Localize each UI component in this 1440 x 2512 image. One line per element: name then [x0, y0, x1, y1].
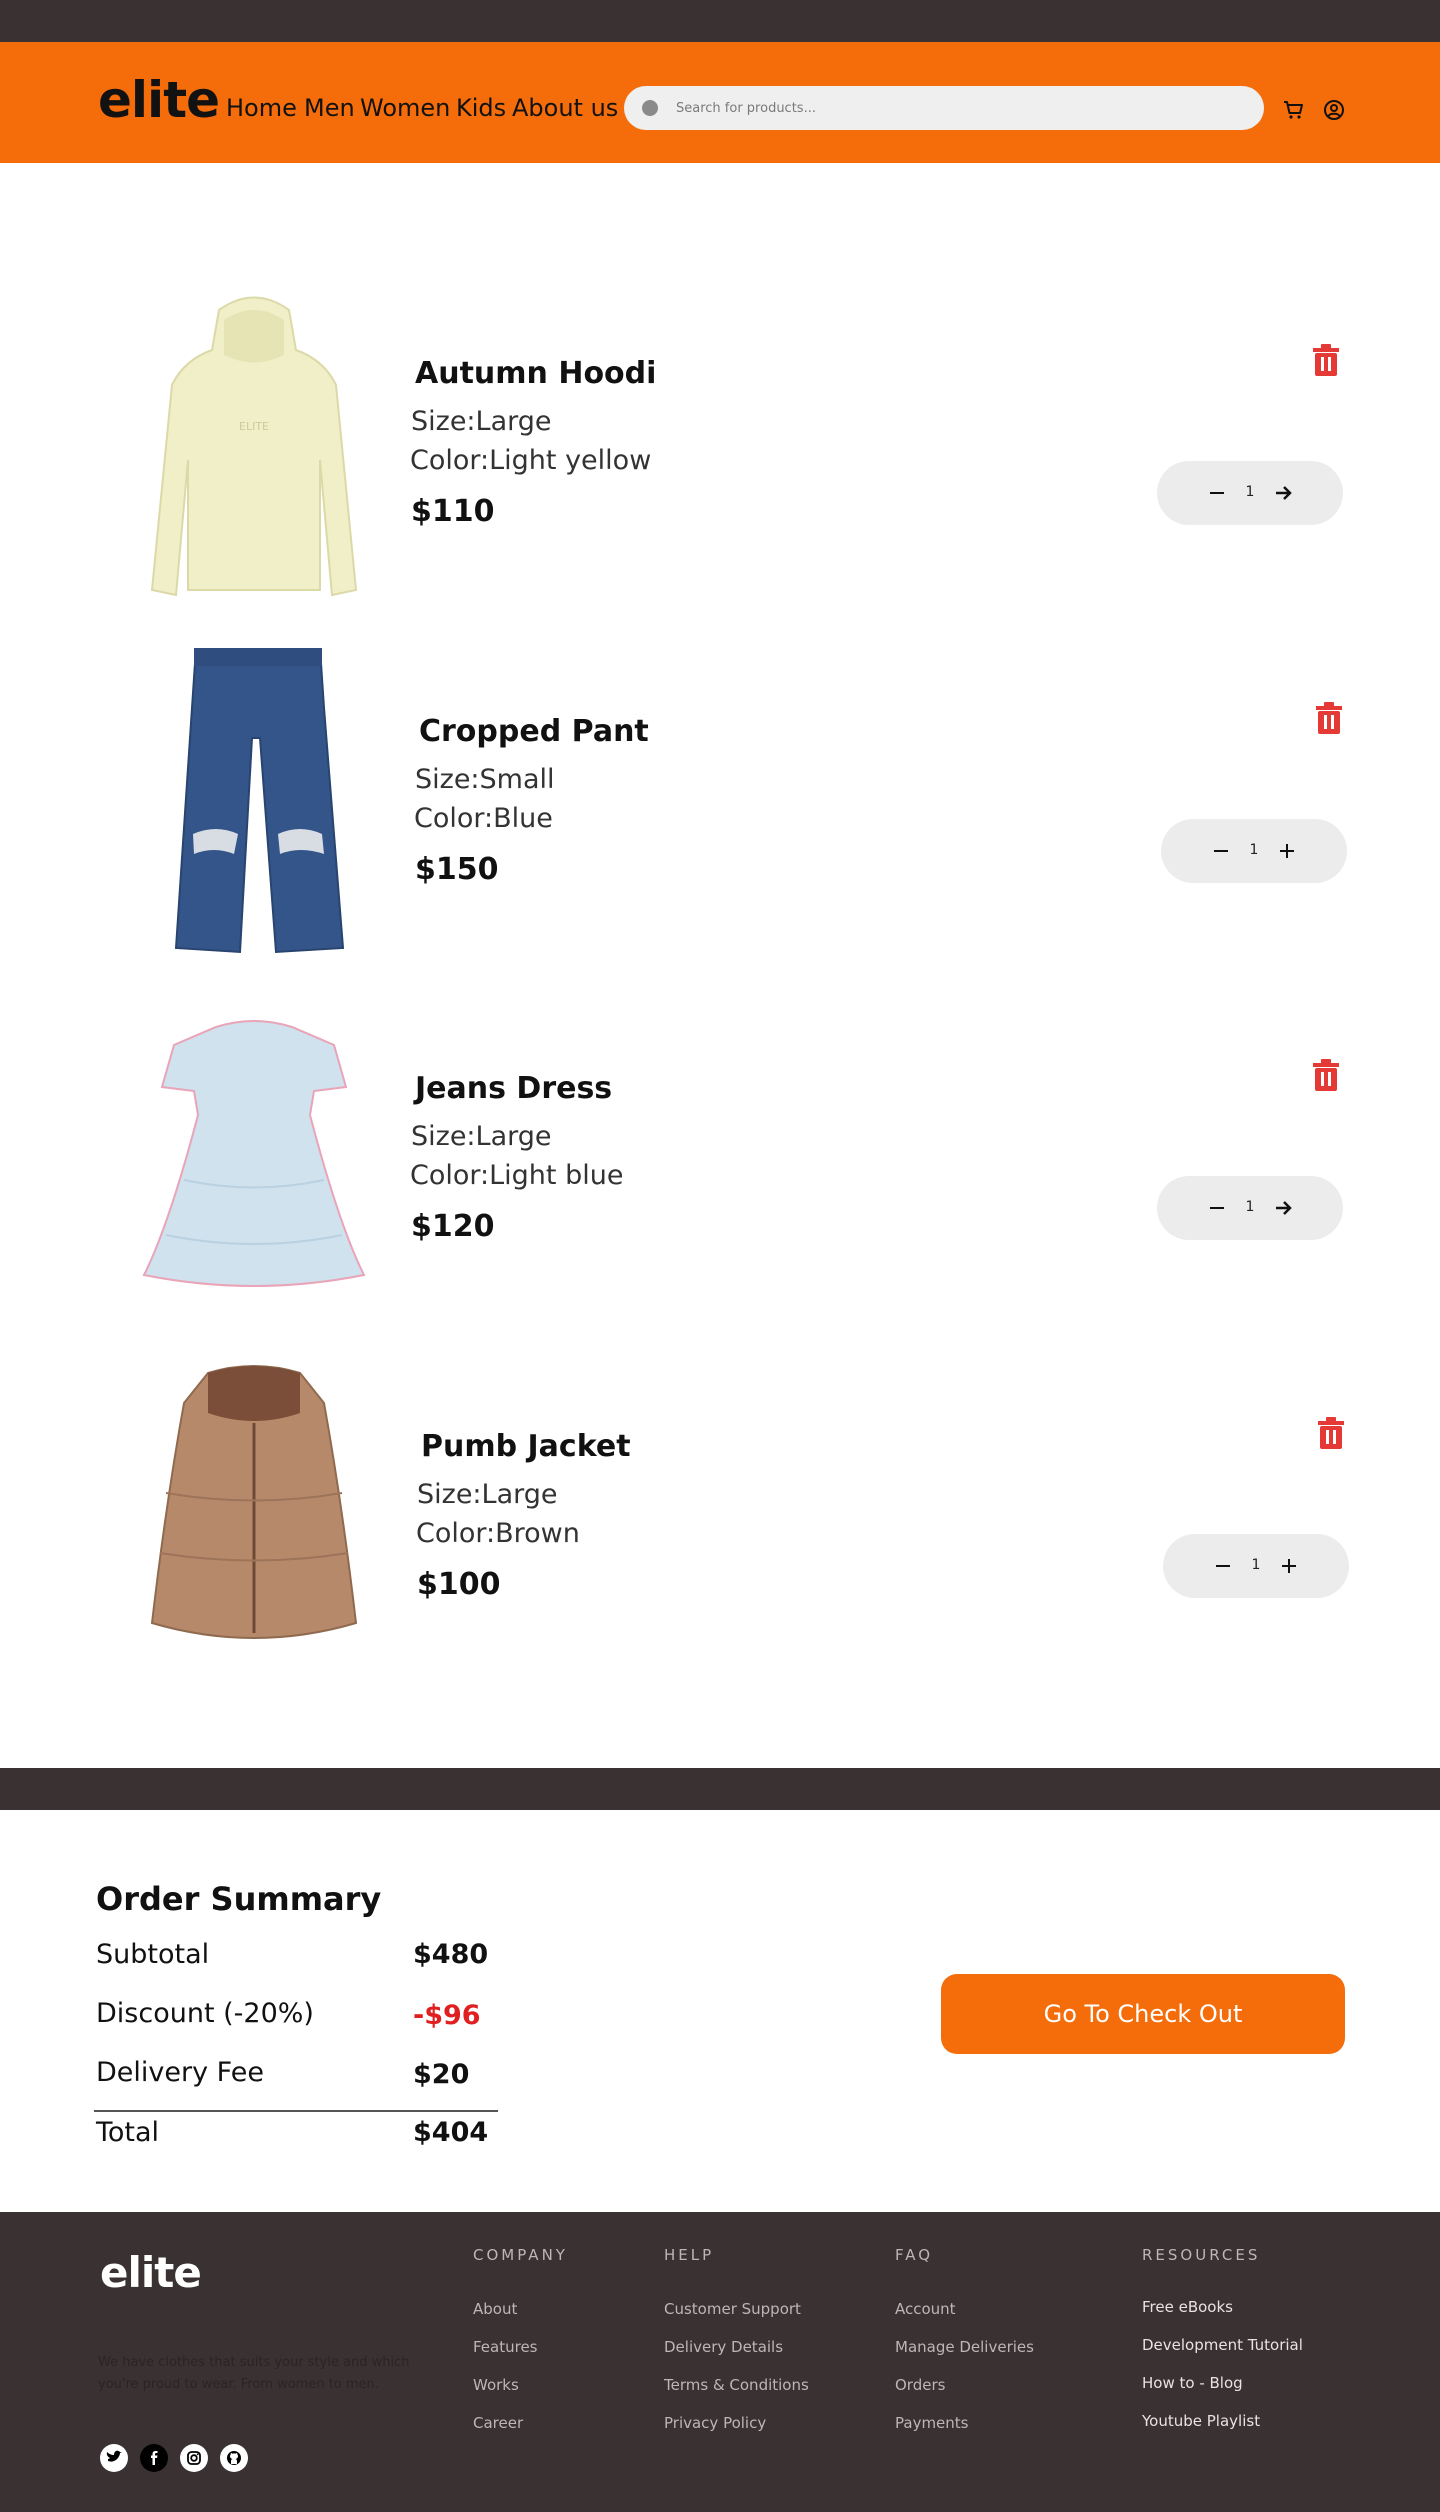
- increment-button[interactable]: [1269, 479, 1297, 507]
- item-name: Cropped Pant: [419, 714, 649, 749]
- footer-link[interactable]: Manage Deliveries: [895, 2338, 1034, 2356]
- svg-text:ELITE: ELITE: [239, 420, 269, 433]
- item-size: Size:Large: [411, 1121, 552, 1152]
- cart-item: ELITE Autumn Hoodi Size:Large Color:Ligh…: [0, 290, 1440, 630]
- item-price: $150: [415, 852, 499, 887]
- trash-icon[interactable]: [1315, 702, 1343, 734]
- twitter-icon[interactable]: [100, 2444, 128, 2472]
- footer-tagline: We have clothes that suits your style an…: [98, 2355, 410, 2392]
- footer-link[interactable]: Payments: [895, 2414, 968, 2432]
- footer-link[interactable]: Delivery Details: [664, 2338, 783, 2356]
- quantity-value: 1: [1251, 1557, 1261, 1573]
- section-divider: [0, 1768, 1440, 1810]
- item-price: $100: [417, 1567, 501, 1602]
- footer-heading-faq: FAQ: [895, 2246, 934, 2264]
- footer-link[interactable]: Youtube Playlist: [1142, 2412, 1260, 2430]
- quantity-value: 1: [1245, 1199, 1255, 1215]
- footer-link[interactable]: Orders: [895, 2376, 945, 2394]
- footer-link[interactable]: Career: [473, 2414, 523, 2432]
- nav-kids[interactable]: Kids: [456, 94, 506, 123]
- dress-image: [142, 1020, 366, 1287]
- trash-icon[interactable]: [1312, 1059, 1340, 1091]
- cart-item: Pumb Jacket Size:Large Color:Brown $100 …: [0, 1363, 1440, 1703]
- increment-button[interactable]: [1269, 1194, 1297, 1222]
- quantity-value: 1: [1245, 484, 1255, 500]
- item-price: $110: [411, 494, 495, 529]
- discount-value: -$96: [413, 2000, 481, 2031]
- user-icon[interactable]: [1322, 98, 1346, 122]
- delivery-fee-value: $20: [413, 2059, 470, 2090]
- footer-heading-help: HELP: [664, 2246, 715, 2264]
- increment-button[interactable]: [1275, 1552, 1303, 1580]
- item-size: Size:Large: [411, 406, 552, 437]
- quantity-stepper: 1: [1161, 819, 1347, 883]
- decrement-button[interactable]: [1209, 1552, 1237, 1580]
- trash-icon[interactable]: [1317, 1417, 1345, 1449]
- summary-divider: [94, 2110, 498, 2112]
- top-bar: [0, 0, 1440, 42]
- footer-link[interactable]: Terms & Conditions: [664, 2376, 809, 2394]
- quantity-stepper: 1: [1157, 461, 1343, 525]
- nav-men[interactable]: Men: [304, 94, 355, 123]
- vest-image: [150, 1365, 358, 1639]
- item-name: Jeans Dress: [415, 1071, 613, 1106]
- footer-heading-company: COMPANY: [473, 2246, 568, 2264]
- subtotal-label: Subtotal: [96, 1939, 210, 1970]
- hoodie-image: ELITE: [150, 296, 358, 597]
- logo[interactable]: elite: [98, 70, 220, 130]
- quantity-value: 1: [1249, 842, 1259, 858]
- cart-item: Jeans Dress Size:Large Color:Light blue …: [0, 1005, 1440, 1345]
- cart-icon[interactable]: [1282, 98, 1306, 122]
- footer-logo[interactable]: elite: [100, 2248, 202, 2298]
- item-name: Autumn Hoodi: [415, 356, 657, 391]
- item-size: Size:Small: [415, 764, 555, 795]
- footer-link[interactable]: Privacy Policy: [664, 2414, 766, 2432]
- summary-title: Order Summary: [96, 1880, 382, 1918]
- instagram-icon[interactable]: [180, 2444, 208, 2472]
- cart-item: Cropped Pant Size:Small Color:Blue $150 …: [0, 648, 1440, 988]
- site-footer: elite We have clothes that suits your st…: [0, 2212, 1440, 2512]
- quantity-stepper: 1: [1163, 1534, 1349, 1598]
- nav-about-us[interactable]: About us: [512, 94, 618, 123]
- item-name: Pumb Jacket: [421, 1429, 631, 1464]
- github-icon[interactable]: [220, 2444, 248, 2472]
- footer-link[interactable]: Free eBooks: [1142, 2298, 1233, 2316]
- jeans-image: [174, 648, 345, 954]
- decrement-button[interactable]: [1203, 479, 1231, 507]
- footer-link[interactable]: Works: [473, 2376, 519, 2394]
- footer-link[interactable]: Customer Support: [664, 2300, 801, 2318]
- facebook-icon[interactable]: [140, 2444, 168, 2472]
- search-input[interactable]: [676, 86, 1236, 130]
- nav-women[interactable]: Women: [360, 94, 450, 123]
- item-color: Color:Brown: [416, 1518, 580, 1549]
- footer-link[interactable]: Development Tutorial: [1142, 2336, 1303, 2354]
- search-icon: [642, 100, 658, 116]
- quantity-stepper: 1: [1157, 1176, 1343, 1240]
- item-size: Size:Large: [417, 1479, 558, 1510]
- total-value: $404: [413, 2117, 489, 2148]
- nav-home[interactable]: Home: [226, 94, 297, 123]
- decrement-button[interactable]: [1203, 1194, 1231, 1222]
- footer-link[interactable]: About: [473, 2300, 517, 2318]
- item-color: Color:Blue: [414, 803, 553, 834]
- footer-link[interactable]: Account: [895, 2300, 956, 2318]
- subtotal-value: $480: [413, 1939, 489, 1970]
- trash-icon[interactable]: [1312, 344, 1340, 376]
- delivery-fee-label: Delivery Fee: [96, 2057, 264, 2088]
- site-header: elite Home Men Women Kids About us: [0, 42, 1440, 163]
- item-color: Color:Light blue: [410, 1160, 624, 1191]
- checkout-button[interactable]: Go To Check Out: [941, 1974, 1345, 2054]
- total-label: Total: [96, 2117, 160, 2148]
- search-bar: [624, 86, 1264, 130]
- discount-label: Discount (-20%): [96, 1998, 314, 2029]
- footer-link[interactable]: Features: [473, 2338, 538, 2356]
- item-price: $120: [411, 1209, 495, 1244]
- increment-button[interactable]: [1273, 837, 1301, 865]
- item-color: Color:Light yellow: [410, 445, 652, 476]
- decrement-button[interactable]: [1207, 837, 1235, 865]
- footer-heading-resources: RESOURCES: [1142, 2246, 1261, 2264]
- footer-link[interactable]: How to - Blog: [1142, 2374, 1243, 2392]
